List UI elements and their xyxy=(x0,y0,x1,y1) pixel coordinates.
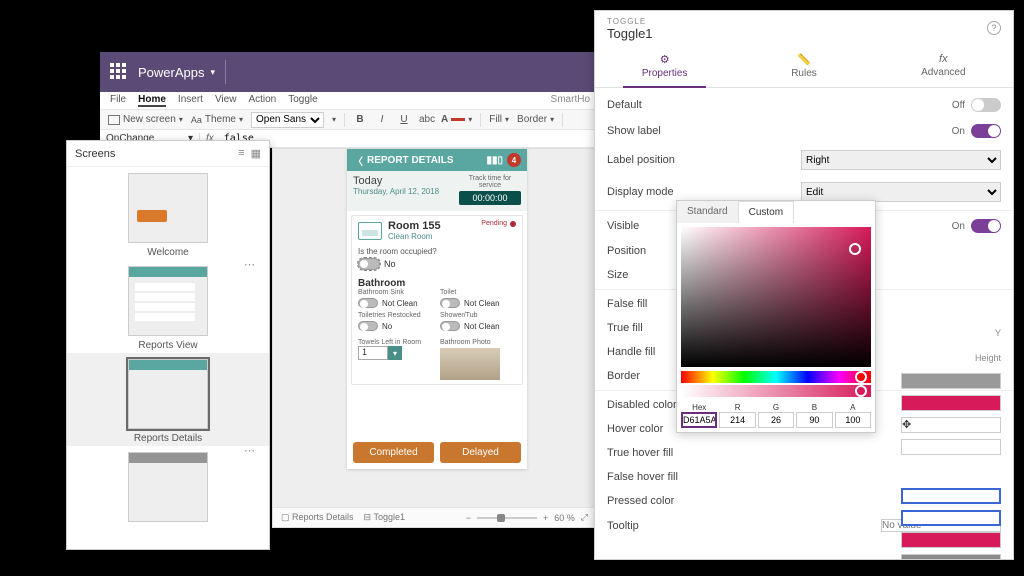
chevron-down-icon[interactable]: ▾ xyxy=(210,67,215,78)
color-gradient[interactable] xyxy=(681,227,871,367)
occupied-question: Is the room occupied? xyxy=(358,247,516,256)
track-time-label: Track time for service xyxy=(459,175,521,189)
menu-toggle[interactable]: Toggle xyxy=(288,94,317,107)
date-label: Thursday, April 12, 2018 xyxy=(353,187,439,196)
a-input[interactable] xyxy=(835,412,871,428)
back-icon[interactable]: 〈 xyxy=(353,153,363,168)
status-badge: Pending xyxy=(481,220,516,227)
menu-action[interactable]: Action xyxy=(248,94,276,107)
app-header: PowerApps ▾ xyxy=(100,52,600,92)
design-canvas: 〈 REPORT DETAILS ▮▮▯ 4 Today Thursday, A… xyxy=(272,148,597,528)
screen-title: REPORT DETAILS xyxy=(367,155,453,166)
tree-view-icon[interactable]: ≡ xyxy=(238,147,244,160)
bathroom-photo[interactable] xyxy=(440,348,500,380)
screen-thumb-reports-view[interactable]: Reports View ⋯ xyxy=(67,260,269,353)
picker-tab-custom[interactable]: Custom xyxy=(738,201,794,223)
room-number: Room 155 xyxy=(388,220,441,232)
tab-advanced[interactable]: fxAdvanced xyxy=(874,47,1013,87)
bold-button[interactable]: B xyxy=(353,114,367,125)
canvas-status-bar: ▢ Reports Details ⊟ Toggle1 − + 60 % ⤢ xyxy=(273,507,596,527)
chevron-down-icon: ▾ xyxy=(388,346,402,360)
control-name: Toggle1 xyxy=(607,26,1001,41)
sink-toggle[interactable]: Not Clean xyxy=(358,298,418,308)
doc-name: SmartHo xyxy=(551,94,590,107)
italic-button[interactable]: I xyxy=(375,114,389,125)
zoom-in-icon[interactable]: + xyxy=(543,513,548,523)
picker-tab-standard[interactable]: Standard xyxy=(677,201,738,223)
bed-icon xyxy=(358,222,382,240)
menu-file[interactable]: File xyxy=(110,94,126,107)
alpha-slider[interactable] xyxy=(681,385,871,397)
delayed-button[interactable]: Delayed xyxy=(440,442,521,463)
notification-badge[interactable]: 4 xyxy=(507,153,521,167)
towels-stepper[interactable]: 1▾ xyxy=(358,346,434,360)
fit-icon[interactable]: ⤢ xyxy=(581,512,588,523)
app-name: PowerApps xyxy=(138,65,204,80)
font-select[interactable]: Open Sans xyxy=(251,112,324,128)
timer-display[interactable]: 00:00:00 xyxy=(459,191,521,205)
ribbon-toolbar: New screen▾ AaTheme▾ Open Sans ▾ B I U a… xyxy=(100,110,600,130)
toiletries-toggle[interactable]: No xyxy=(358,321,392,331)
today-label: Today xyxy=(353,175,439,187)
screen-thumb-welcome[interactable]: Welcome ⋯ xyxy=(67,167,269,260)
breadcrumb-control[interactable]: ⊟ Toggle1 xyxy=(364,512,405,523)
font-color-button[interactable]: A▾ xyxy=(441,114,472,125)
r-input[interactable] xyxy=(719,412,755,428)
label-position-select[interactable]: Right xyxy=(801,150,1001,170)
zoom-slider[interactable] xyxy=(477,517,537,519)
visible-toggle[interactable] xyxy=(971,219,1001,233)
completed-button[interactable]: Completed xyxy=(353,442,434,463)
control-type: TOGGLE xyxy=(607,17,1001,26)
false-hover-fill-swatch[interactable] xyxy=(901,554,1001,559)
screens-panel: Screens ≡ ▦ Welcome ⋯ Reports View ⋯ Rep… xyxy=(66,140,270,550)
show-label-toggle[interactable] xyxy=(971,124,1001,138)
underline-button[interactable]: U xyxy=(397,114,411,125)
border-button[interactable]: Border▾ xyxy=(517,114,554,125)
waffle-icon[interactable] xyxy=(110,63,128,81)
toilet-toggle[interactable]: Not Clean xyxy=(440,298,500,308)
screen-header: 〈 REPORT DETAILS ▮▮▯ 4 xyxy=(347,149,527,171)
handle-fill-swatch[interactable]: ✥ xyxy=(901,417,1001,433)
thumbnail-view-icon[interactable]: ▦ xyxy=(251,147,261,160)
hex-input[interactable] xyxy=(681,412,717,428)
breadcrumb-screen[interactable]: ▢ Reports Details xyxy=(281,512,354,523)
menu-view[interactable]: View xyxy=(215,94,237,107)
screen-thumb-4[interactable] xyxy=(67,446,269,528)
zoom-out-icon[interactable]: − xyxy=(466,513,471,523)
strike-button[interactable]: abc xyxy=(419,114,433,125)
true-hover-fill-swatch[interactable] xyxy=(901,532,1001,548)
screen-thumb-reports-details[interactable]: Reports Details ⋯ xyxy=(67,353,269,446)
new-screen-button[interactable]: New screen▾ xyxy=(108,114,183,125)
tab-properties[interactable]: ⚙Properties xyxy=(595,47,734,87)
disabled-color-swatch[interactable] xyxy=(901,488,1001,504)
true-fill-swatch[interactable] xyxy=(901,395,1001,411)
room-card: Pending Room 155 Clean Room Is the room … xyxy=(351,215,523,385)
phone-preview: 〈 REPORT DETAILS ▮▮▯ 4 Today Thursday, A… xyxy=(347,149,527,469)
g-input[interactable] xyxy=(758,412,794,428)
theme-button[interactable]: AaTheme▾ xyxy=(191,114,243,125)
hover-color-swatch[interactable] xyxy=(901,510,1001,526)
shower-toggle[interactable]: Not Clean xyxy=(440,321,500,331)
tab-rules[interactable]: 📏Rules xyxy=(734,47,873,87)
screens-title: Screens xyxy=(75,148,115,160)
false-fill-swatch[interactable] xyxy=(901,373,1001,389)
signal-icon: ▮▮▯ xyxy=(486,155,503,166)
menu-insert[interactable]: Insert xyxy=(178,94,203,107)
help-icon[interactable]: ? xyxy=(987,21,1001,35)
bathroom-section-title: Bathroom xyxy=(358,278,516,289)
hue-slider[interactable] xyxy=(681,371,871,383)
menu-home[interactable]: Home xyxy=(138,94,166,107)
zoom-value: 60 % xyxy=(554,513,575,523)
color-picker: Standard Custom Hex R G B A xyxy=(676,200,876,433)
occupied-toggle[interactable]: No xyxy=(358,258,396,270)
menu-bar: File Home Insert View Action Toggle Smar… xyxy=(100,92,600,110)
display-mode-select[interactable]: Edit xyxy=(801,182,1001,202)
panel-tabs: ⚙Properties 📏Rules fxAdvanced xyxy=(595,47,1013,88)
default-toggle[interactable] xyxy=(971,98,1001,112)
border-swatch[interactable] xyxy=(901,439,1001,455)
room-task: Clean Room xyxy=(388,232,441,241)
fill-button[interactable]: Fill▾ xyxy=(489,114,509,125)
b-input[interactable] xyxy=(796,412,832,428)
